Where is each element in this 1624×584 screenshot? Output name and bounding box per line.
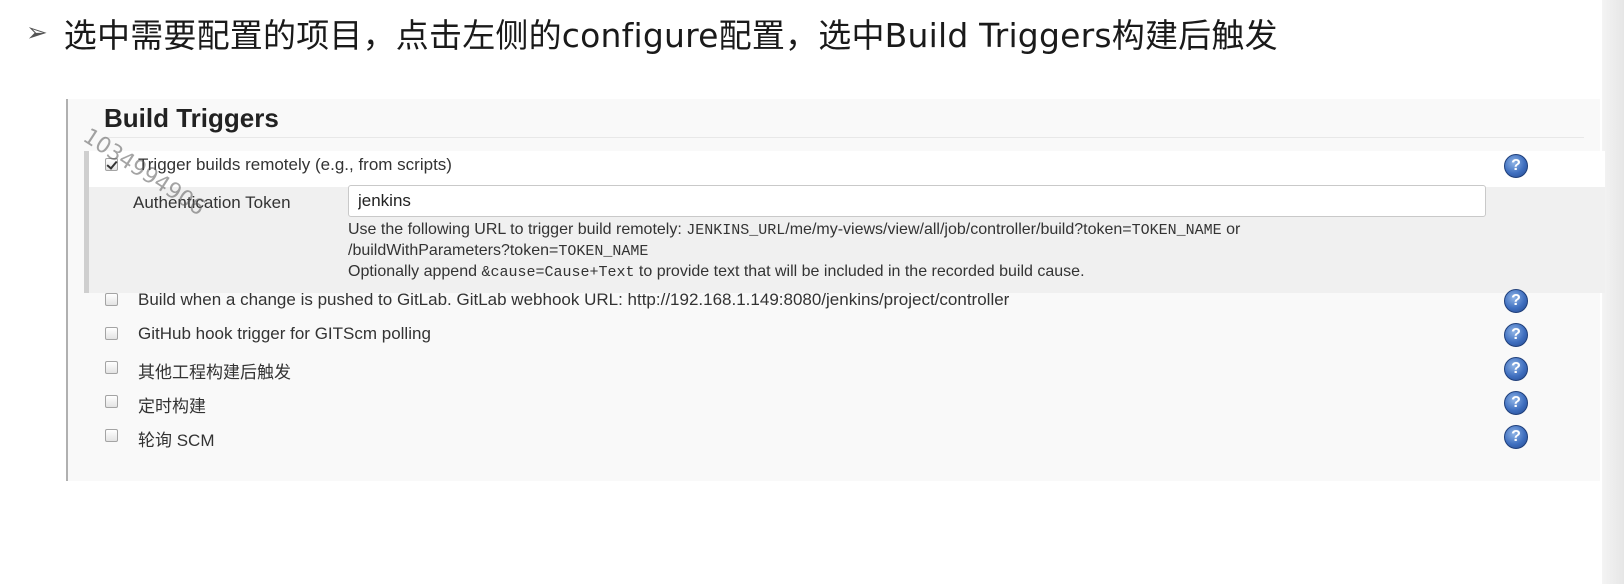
auth-token-help: Use the following URL to trigger build r…	[348, 220, 1508, 283]
help-question-icon[interactable]: ?	[1504, 425, 1528, 449]
trigger-remote-checkbox[interactable]	[105, 158, 118, 171]
auth-token-input[interactable]	[348, 185, 1486, 217]
section-title: Build Triggers	[104, 103, 279, 133]
auth-help-line-1: Use the following URL to trigger build r…	[348, 220, 1508, 241]
bullet-arrow-icon: ➢	[26, 18, 48, 48]
help-code: &cause=Cause+Text	[481, 264, 635, 281]
trigger-periodic-label: 定时构建	[138, 397, 206, 416]
help-text: Optionally append	[348, 263, 482, 280]
auth-help-line-2: /buildWithParameters?token=TOKEN_NAME	[348, 241, 1508, 262]
trigger-row-periodic: 定时构建 ?	[68, 386, 1600, 420]
help-question-icon[interactable]: ?	[1504, 289, 1528, 313]
trigger-upstream-checkbox[interactable]	[105, 361, 118, 374]
scrollbar[interactable]	[1602, 0, 1624, 584]
trigger-poll-scm-checkbox[interactable]	[105, 429, 118, 442]
help-code: TOKEN_NAME	[558, 243, 649, 260]
trigger-gitlab-label: Build when a change is pushed to GitLab.…	[138, 290, 1010, 309]
help-text: /buildWithParameters?token=	[348, 242, 559, 259]
build-triggers-screenshot: Build Triggers Trigger builds remotely (…	[66, 99, 1605, 481]
slide-title: 选中需要配置的项目，点击左侧的configure配置，选中Build Trigg…	[63, 16, 1278, 55]
trigger-remote-label: Trigger builds remotely (e.g., from scri…	[138, 155, 452, 174]
trigger-row-remote: Trigger builds remotely (e.g., from scri…	[68, 149, 1600, 183]
trigger-upstream-label: 其他工程构建后触发	[138, 363, 291, 382]
trigger-row-github: GitHub hook trigger for GITScm polling ?	[68, 318, 1600, 352]
auth-help-line-3: Optionally append &cause=Cause+Text to p…	[348, 262, 1508, 283]
trigger-row-gitlab: Build when a change is pushed to GitLab.…	[68, 284, 1600, 318]
help-question-icon[interactable]: ?	[1504, 357, 1528, 381]
section-divider	[104, 137, 1584, 138]
help-question-icon[interactable]: ?	[1504, 154, 1528, 178]
help-code: TOKEN_NAME	[1131, 222, 1222, 239]
trigger-poll-scm-label: 轮询 SCM	[138, 431, 215, 450]
help-text: to provide text that will be included in…	[634, 263, 1085, 280]
help-text: /me/my-views/view/all/job/controller/bui…	[785, 221, 1132, 238]
slide-header: ➢ 选中需要配置的项目，点击左侧的configure配置，选中Build Tri…	[26, 8, 1278, 58]
help-text: or	[1221, 221, 1241, 238]
help-question-icon[interactable]: ?	[1504, 323, 1528, 347]
help-question-icon[interactable]: ?	[1504, 391, 1528, 415]
help-text: Use the following URL to trigger build r…	[348, 221, 687, 238]
auth-token-label: Authentication Token	[133, 193, 291, 212]
trigger-github-label: GitHub hook trigger for GITScm polling	[138, 324, 431, 343]
trigger-gitlab-checkbox[interactable]	[105, 293, 118, 306]
trigger-row-upstream: 其他工程构建后触发 ?	[68, 352, 1600, 386]
trigger-periodic-checkbox[interactable]	[105, 395, 118, 408]
trigger-row-poll-scm: 轮询 SCM ?	[68, 420, 1600, 454]
help-code: JENKINS_URL	[686, 222, 786, 239]
trigger-github-checkbox[interactable]	[105, 327, 118, 340]
